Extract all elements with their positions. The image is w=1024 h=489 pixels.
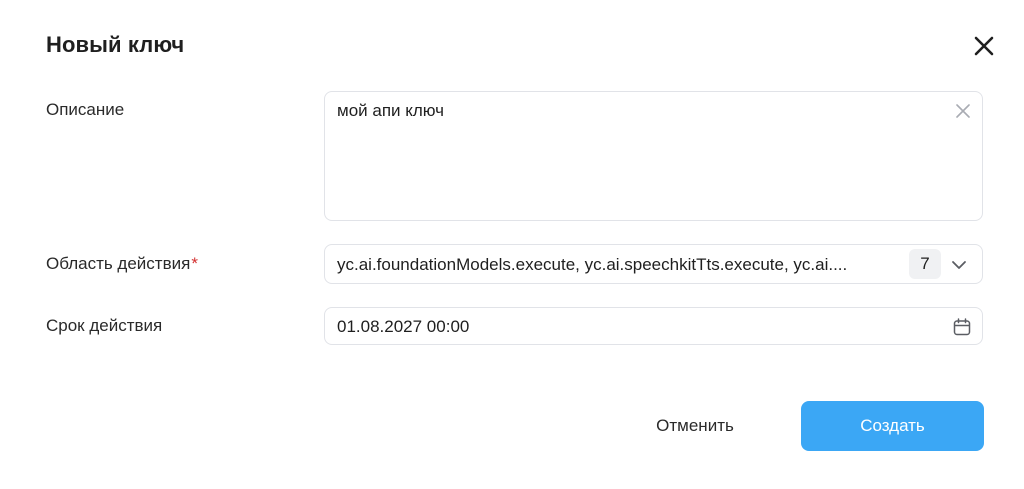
close-button[interactable]: [968, 30, 1000, 62]
calendar-icon: [953, 318, 971, 336]
scope-select[interactable]: yc.ai.foundationModels.execute, yc.ai.sp…: [324, 244, 983, 284]
expiry-input[interactable]: [337, 316, 917, 338]
close-icon: [974, 36, 994, 56]
description-label: Описание: [46, 100, 125, 119]
scope-count-badge: 7: [909, 249, 941, 279]
description-field[interactable]: [324, 91, 983, 221]
expiry-label: Срок действия: [46, 316, 163, 335]
dialog-title: Новый ключ: [46, 32, 185, 57]
cancel-button[interactable]: Отменить: [636, 401, 754, 451]
required-mark: *: [191, 254, 198, 273]
calendar-button[interactable]: [952, 317, 972, 337]
new-key-dialog: Новый ключ Описание Область действия* yc…: [0, 0, 1024, 489]
description-input[interactable]: [337, 100, 937, 210]
expiry-field[interactable]: [324, 307, 983, 345]
scope-label: Область действия*: [46, 253, 198, 275]
create-button[interactable]: Создать: [801, 401, 984, 451]
clear-icon: [956, 104, 970, 118]
scope-value: yc.ai.foundationModels.execute, yc.ai.sp…: [337, 255, 848, 274]
clear-description-button[interactable]: [954, 102, 972, 120]
scope-dropdown-toggle[interactable]: [949, 255, 969, 275]
scope-label-text: Область действия: [46, 254, 191, 273]
chevron-down-icon: [952, 261, 966, 269]
